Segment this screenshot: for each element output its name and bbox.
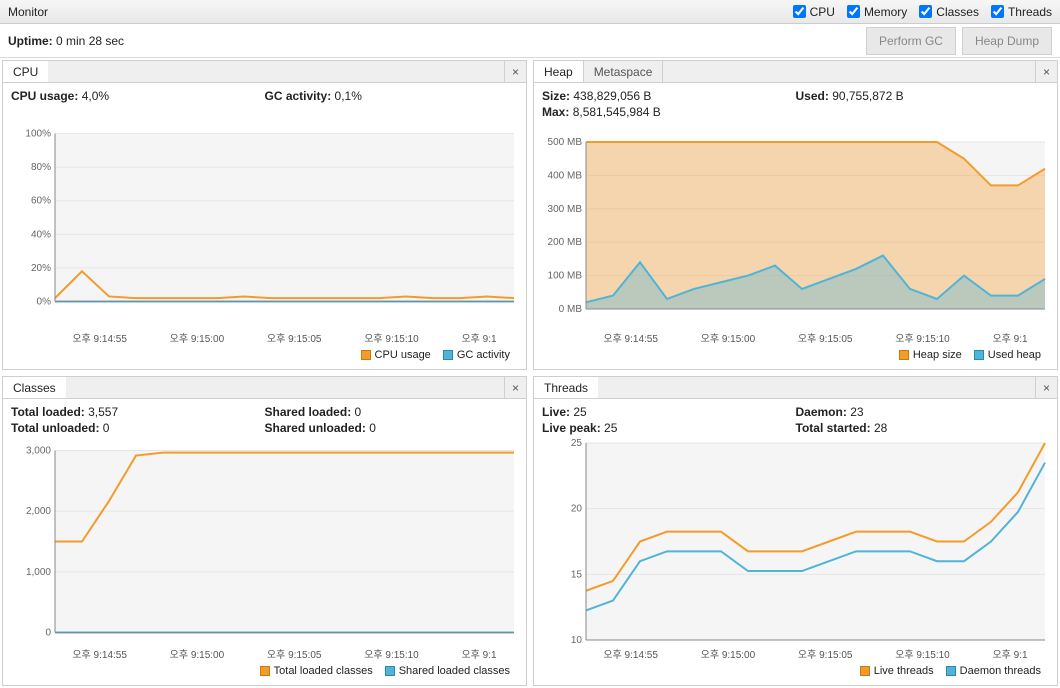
- swatch-icon: [899, 350, 909, 360]
- svg-text:80%: 80%: [31, 162, 51, 173]
- perform-gc-button[interactable]: Perform GC: [866, 27, 956, 55]
- svg-text:60%: 60%: [31, 196, 51, 207]
- classes-chart: 0 1,000 2,000 3,000: [11, 439, 518, 644]
- svg-text:0 MB: 0 MB: [559, 304, 583, 315]
- check-classes[interactable]: Classes: [919, 5, 979, 19]
- svg-text:40%: 40%: [31, 229, 51, 240]
- check-cpu[interactable]: CPU: [793, 5, 835, 19]
- heap-panel: Heap Metaspace × Size: 438,829,056 B Use…: [533, 60, 1058, 370]
- cpu-chart: 0% 20% 40% 60% 80% 100%: [11, 107, 518, 328]
- classes-panel-title: Classes: [3, 377, 66, 398]
- close-icon[interactable]: ×: [1035, 377, 1057, 398]
- check-threads[interactable]: Threads: [991, 5, 1052, 19]
- svg-text:20%: 20%: [31, 263, 51, 274]
- swatch-icon: [974, 350, 984, 360]
- threads-panel-title: Threads: [534, 377, 598, 398]
- svg-text:0%: 0%: [37, 297, 52, 308]
- close-icon[interactable]: ×: [1035, 61, 1057, 82]
- svg-text:300 MB: 300 MB: [548, 204, 583, 215]
- svg-text:15: 15: [571, 569, 583, 580]
- svg-text:400 MB: 400 MB: [548, 170, 583, 181]
- svg-text:500 MB: 500 MB: [548, 137, 583, 148]
- tab-heap[interactable]: Heap: [534, 61, 584, 82]
- heap-chart: 0 MB 100 MB 200 MB 300 MB 400 MB 500 MB: [542, 123, 1049, 328]
- top-toolbar: Monitor CPU Memory Classes Threads: [0, 0, 1060, 24]
- svg-text:100%: 100%: [25, 129, 51, 140]
- threads-chart: 10 15 20 25: [542, 439, 1049, 644]
- svg-text:20: 20: [571, 504, 583, 515]
- classes-panel: Classes × Total loaded: 3,557 Shared loa…: [2, 376, 527, 686]
- svg-text:100 MB: 100 MB: [548, 271, 583, 282]
- threads-panel: Threads × Live: 25 Daemon: 23 Live peak:…: [533, 376, 1058, 686]
- heap-dump-button[interactable]: Heap Dump: [962, 27, 1052, 55]
- sub-toolbar: Uptime: 0 min 28 sec Perform GC Heap Dum…: [0, 24, 1060, 58]
- svg-text:2,000: 2,000: [26, 506, 51, 517]
- svg-text:200 MB: 200 MB: [548, 237, 583, 248]
- check-memory[interactable]: Memory: [847, 5, 907, 19]
- svg-text:0: 0: [45, 628, 51, 639]
- swatch-icon: [443, 350, 453, 360]
- svg-text:1,000: 1,000: [26, 567, 51, 578]
- cpu-panel: CPU × CPU usage: 4,0% GC activity: 0,1% …: [2, 60, 527, 370]
- window-title: Monitor: [8, 5, 48, 19]
- swatch-icon: [385, 666, 395, 676]
- uptime: Uptime: 0 min 28 sec: [8, 34, 124, 48]
- swatch-icon: [860, 666, 870, 676]
- swatch-icon: [260, 666, 270, 676]
- metric-checkboxes: CPU Memory Classes Threads: [793, 5, 1052, 19]
- tab-metaspace[interactable]: Metaspace: [584, 61, 664, 82]
- swatch-icon: [361, 350, 371, 360]
- close-icon[interactable]: ×: [504, 377, 526, 398]
- close-icon[interactable]: ×: [504, 61, 526, 82]
- svg-text:10: 10: [571, 635, 583, 644]
- cpu-panel-title: CPU: [3, 61, 48, 82]
- svg-text:25: 25: [571, 439, 583, 449]
- swatch-icon: [946, 666, 956, 676]
- svg-text:3,000: 3,000: [26, 446, 51, 457]
- panel-grid: CPU × CPU usage: 4,0% GC activity: 0,1% …: [0, 58, 1060, 688]
